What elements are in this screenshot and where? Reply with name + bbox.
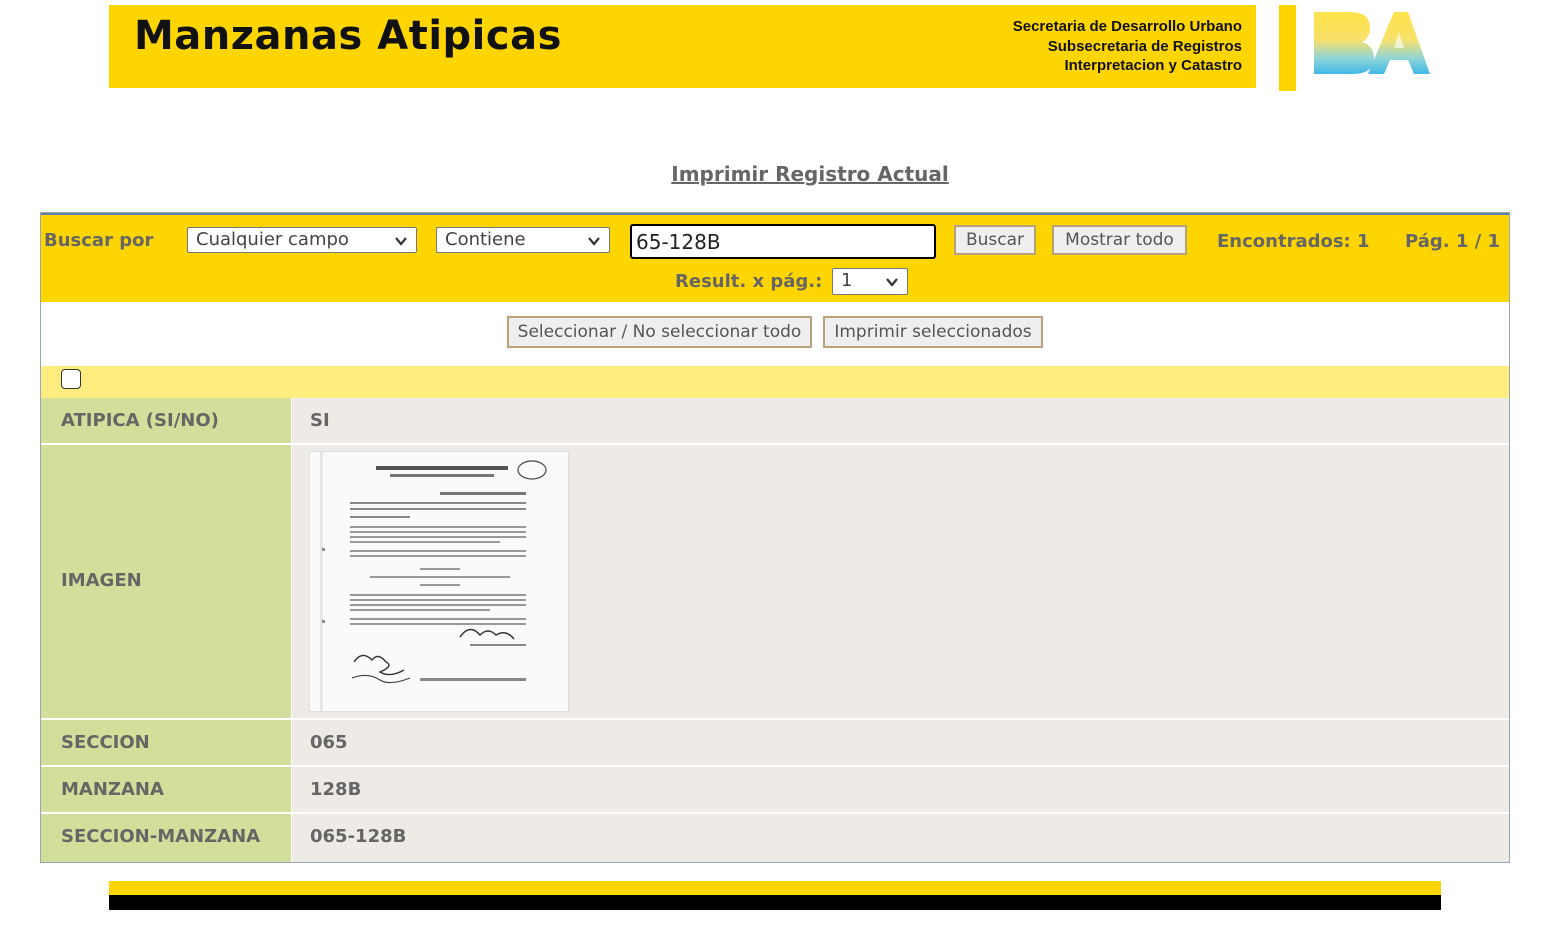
results-panel: Buscar por Cualquier campo Contiene 65-1… bbox=[40, 212, 1510, 863]
search-field-value: Cualquier campo bbox=[196, 229, 349, 250]
toggle-select-all-button[interactable]: Seleccionar / No seleccionar todo bbox=[507, 316, 812, 348]
search-by-label: Buscar por bbox=[44, 230, 154, 251]
search-operator-select[interactable]: Contiene bbox=[436, 227, 610, 253]
org-info: Secretaria de Desarrollo Urbano Subsecre… bbox=[1013, 17, 1242, 76]
record-row-seccion-manzana: SECCION-MANZANA 065-128B bbox=[41, 814, 1509, 862]
org-line-interpretacion: Interpretacion y Catastro bbox=[1064, 57, 1242, 74]
record-row-seccion: SECCION 065 bbox=[41, 720, 1509, 765]
print-current-record-link[interactable]: Imprimir Registro Actual bbox=[0, 162, 1550, 186]
footer-yellow-band bbox=[109, 881, 1441, 895]
org-line-subsecretaria: Subsecretaria de Registros bbox=[1047, 37, 1242, 55]
app-title: Manzanas Atipicas bbox=[134, 13, 562, 59]
field-value-seccion: 065 bbox=[292, 720, 1509, 765]
chevron-down-icon bbox=[886, 278, 898, 287]
record-row-atipica: ATIPICA (SI/NO) SI bbox=[41, 398, 1509, 443]
results-per-page-select[interactable]: 1 bbox=[832, 268, 908, 295]
print-selected-button[interactable]: Imprimir seleccionados bbox=[823, 316, 1043, 348]
record-select-row bbox=[41, 366, 1509, 398]
field-value-atipica: SI bbox=[292, 398, 1509, 443]
footer-black-band bbox=[109, 895, 1441, 910]
field-label-manzana: MANZANA bbox=[41, 767, 291, 812]
chevron-down-icon bbox=[588, 237, 600, 246]
field-label-imagen: IMAGEN bbox=[41, 445, 291, 718]
chevron-down-icon bbox=[395, 237, 407, 246]
ba-logo-icon bbox=[1314, 12, 1430, 74]
search-operator-value: Contiene bbox=[445, 229, 526, 250]
field-value-imagen bbox=[292, 445, 1509, 718]
field-value-manzana: 128B bbox=[292, 767, 1509, 812]
field-label-atipica: ATIPICA (SI/NO) bbox=[41, 398, 291, 443]
record-checkbox[interactable] bbox=[61, 369, 81, 389]
field-label-seccion: SECCION bbox=[41, 720, 291, 765]
field-value-seccion-manzana: 065-128B bbox=[292, 814, 1509, 862]
record-row-imagen: IMAGEN bbox=[41, 445, 1509, 718]
document-thumbnail-image[interactable] bbox=[310, 452, 568, 711]
search-input[interactable]: 65-128B bbox=[630, 224, 936, 259]
header-banner: Manzanas Atipicas Secretaria de Desarrol… bbox=[109, 5, 1256, 88]
page-indicator: Pág. 1 / 1 bbox=[1405, 231, 1501, 252]
org-line-secretaria: Secretaria de Desarrollo Urbano bbox=[1012, 18, 1242, 35]
record-row-manzana: MANZANA 128B bbox=[41, 767, 1509, 812]
search-bar: Buscar por Cualquier campo Contiene 65-1… bbox=[41, 213, 1509, 302]
search-button[interactable]: Buscar bbox=[954, 225, 1036, 255]
field-label-seccion-manzana: SECCION-MANZANA bbox=[41, 814, 291, 862]
search-field-select[interactable]: Cualquier campo bbox=[187, 227, 417, 253]
results-found-count: Encontrados: 1 bbox=[1217, 231, 1370, 252]
logo-divider-bar bbox=[1279, 5, 1296, 91]
show-all-button[interactable]: Mostrar todo bbox=[1052, 225, 1187, 255]
results-per-page-label: Result. x pág.: bbox=[675, 271, 823, 292]
results-per-page-value: 1 bbox=[841, 270, 853, 291]
